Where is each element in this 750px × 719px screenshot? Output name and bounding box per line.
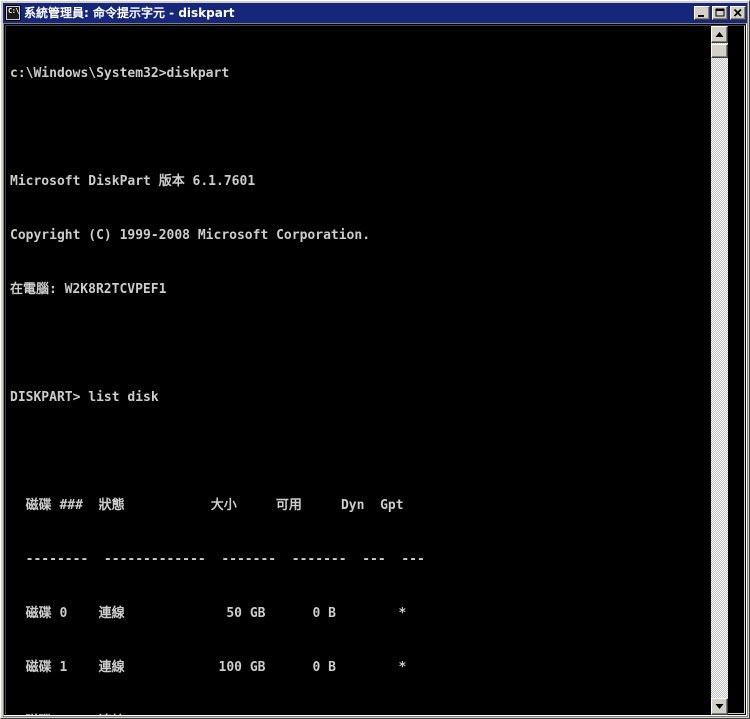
scroll-up-button[interactable] [711,26,728,43]
scroll-down-button[interactable] [711,698,728,715]
console-output: c:\Windows\System32>diskpart Microsoft D… [10,29,425,715]
close-icon [733,8,742,17]
title-bar[interactable]: C:\ 系統管理員: 命令提示字元 - diskpart [3,3,747,23]
vertical-scrollbar[interactable] [711,26,728,715]
console-client-bevel: c:\Windows\System32>diskpart Microsoft D… [5,25,745,715]
disk-table-rule: -------- ------------- ------- ------- -… [10,552,425,567]
scrollbar-thumb[interactable] [711,44,728,58]
disk-table-row: 磁碟 1 連線 100 GB 0 B * [10,660,407,675]
maximize-icon [715,8,725,17]
console-line: c:\Windows\System32>diskpart [10,66,230,81]
cmd-icon-glyph: C:\ [8,7,20,15]
disk-table-row: 磁碟 2 連線 1904 MB 0 B [10,713,425,715]
disk-table-row: 磁碟 0 連線 50 GB 0 B * [10,606,407,621]
disk-table-header: 磁碟 ### 狀態 大小 可用 Dyn Gpt [10,498,404,513]
console-window: C:\ 系統管理員: 命令提示字元 - diskpart c:\Windows\… [0,0,750,719]
console-line: 在電腦: W2K8R2TCVPEF1 [10,282,167,297]
console-text-surface[interactable]: c:\Windows\System32>diskpart Microsoft D… [6,26,728,715]
minimize-icon [698,15,704,17]
window-title: 系統管理員: 命令提示字元 - diskpart [24,6,235,20]
arrow-up-icon [715,32,724,37]
window-controls [694,6,746,20]
console-line: Copyright (C) 1999-2008 Microsoft Corpor… [10,228,371,243]
maximize-button[interactable] [712,6,728,20]
cmd-console-icon[interactable]: C:\ [5,5,21,21]
scrollbar-track[interactable] [711,43,728,698]
arrow-down-icon [715,704,724,709]
close-button[interactable] [730,6,746,20]
console-line: DISKPART> list disk [10,390,159,405]
console-client-area: c:\Windows\System32>diskpart Microsoft D… [3,23,747,716]
minimize-button[interactable] [694,6,710,20]
console-line: Microsoft DiskPart 版本 6.1.7601 [10,174,256,189]
